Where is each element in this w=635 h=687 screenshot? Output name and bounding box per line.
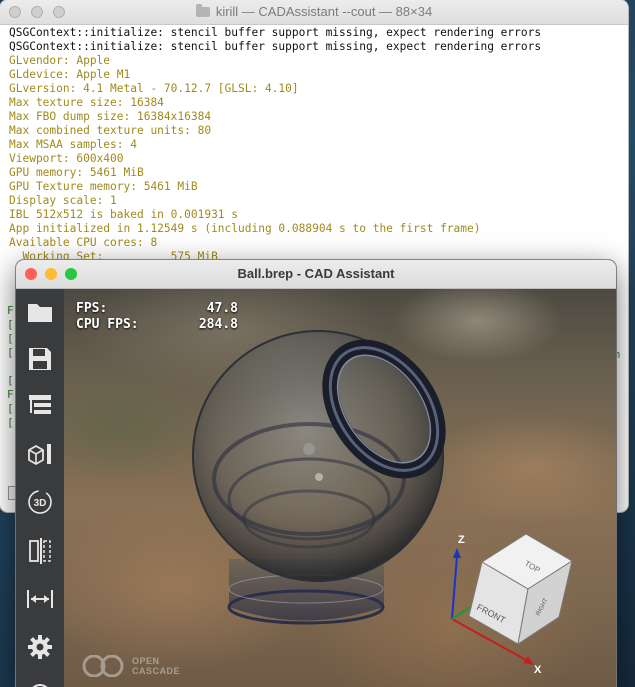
save-icon (29, 348, 51, 370)
cad-assistant-window: Ball.brep - CAD Assistant 3D Z X TOP FRO… (16, 260, 616, 687)
left-toolbar: 3D (16, 289, 64, 687)
terminal-line: Max combined texture units: 80 (9, 124, 212, 137)
model-tree-icon (29, 395, 51, 414)
view-cube-tools-icon (28, 444, 51, 466)
terminal-hidden-lines: F[[[[F[[ (7, 304, 14, 430)
terminal-line-fragment: [ (7, 374, 14, 387)
logo-line-2: CASCADE (132, 666, 181, 676)
view-tools-button[interactable] (22, 436, 58, 472)
folder-icon (195, 4, 210, 17)
terminal-line-fragment: [ (7, 402, 14, 415)
cad-window-title: Ball.brep - CAD Assistant (237, 266, 395, 281)
open-cascade-logo: OPEN CASCADE (82, 655, 180, 677)
open-cascade-logo-mark (82, 655, 124, 677)
terminal-line: Max FBO dump size: 16384x16384 (9, 110, 212, 123)
terminal-line: Max texture size: 16384 (9, 96, 164, 109)
terminal-line: QSGContext::initialize: stencil buffer s… (9, 26, 542, 39)
terminal-line: Display scale: 1 (9, 194, 117, 207)
terminal-output[interactable]: QSGContext::initialize: stencil buffer s… (9, 26, 624, 264)
terminal-line-fragment: [ (7, 346, 14, 359)
measure-icon (27, 590, 53, 608)
ball-model: Z X TOP FRONT RIGHT (192, 330, 573, 676)
z-axis-label: Z (458, 534, 465, 546)
clipping-plane-button[interactable] (22, 533, 58, 569)
3d-view-icon: 3D (28, 490, 52, 514)
terminal-line: GLdevice: Apple M1 (9, 68, 131, 81)
terminal-title: kirill — CADAssistant --cout — 88×34 (0, 4, 628, 19)
terminal-title-text: kirill — CADAssistant --cout — 88×34 (215, 4, 433, 19)
terminal-line: Available CPU cores: 8 (9, 236, 158, 249)
terminal-line: QSGContext::initialize: stencil buffer s… (9, 40, 542, 53)
open-folder-icon (28, 304, 52, 322)
terminal-line: GPU Texture memory: 5461 MiB (9, 180, 198, 193)
clipping-plane-icon (29, 538, 51, 564)
3d-view-label: 3D (34, 498, 47, 509)
open-folder-button[interactable] (22, 294, 58, 330)
cpu-fps-value: 284.8 (198, 317, 238, 332)
more-tools-button[interactable] (22, 677, 58, 687)
terminal-line: Viewport: 600x400 (9, 152, 124, 165)
x-axis-label: X (534, 664, 542, 676)
terminal-line: IBL 512x512 is baked in 0.001931 s (9, 208, 239, 221)
view-cube[interactable]: TOP FRONT RIGHT (468, 533, 573, 646)
terminal-line: GLvendor: Apple (9, 54, 111, 67)
terminal-line: Max MSAA samples: 4 (9, 138, 137, 151)
fps-overlay: FPS: 47.8 CPU FPS: 284.8 (76, 301, 238, 333)
settings-gear-icon (28, 635, 52, 659)
3d-viewport[interactable]: Z X TOP FRONT RIGHT FPS: 47.8 CPU FPS: 284… (64, 289, 616, 687)
fps-value: 47.8 (206, 301, 238, 316)
terminal-line-fragment: F (7, 388, 14, 401)
fps-label: FPS: (76, 301, 108, 316)
terminal-line-fragment: F (7, 304, 14, 317)
model-tree-button[interactable] (22, 388, 58, 424)
3d-view-button[interactable]: 3D (22, 484, 58, 520)
logo-line-1: OPEN (132, 656, 160, 666)
terminal-line-fragment (7, 360, 14, 374)
cpu-fps-label: CPU FPS: (76, 317, 139, 332)
terminal-line-fragment: [ (7, 416, 14, 429)
terminal-line-fragment: [ (7, 332, 14, 345)
terminal-line: GPU memory: 5461 MiB (9, 166, 144, 179)
settings-button[interactable] (22, 629, 58, 665)
measure-button[interactable] (22, 581, 58, 617)
info-icon (32, 684, 48, 687)
terminal-line: App initialized in 1.12549 s (including … (9, 222, 481, 235)
save-button[interactable] (22, 341, 58, 377)
terminal-titlebar[interactable]: kirill — CADAssistant --cout — 88×34 (0, 0, 628, 25)
terminal-line-fragment: [ (7, 318, 14, 331)
cad-titlebar[interactable]: Ball.brep - CAD Assistant (16, 260, 616, 289)
terminal-line: GLversion: 4.1 Metal - 70.12.7 [GLSL: 4.… (9, 82, 299, 95)
